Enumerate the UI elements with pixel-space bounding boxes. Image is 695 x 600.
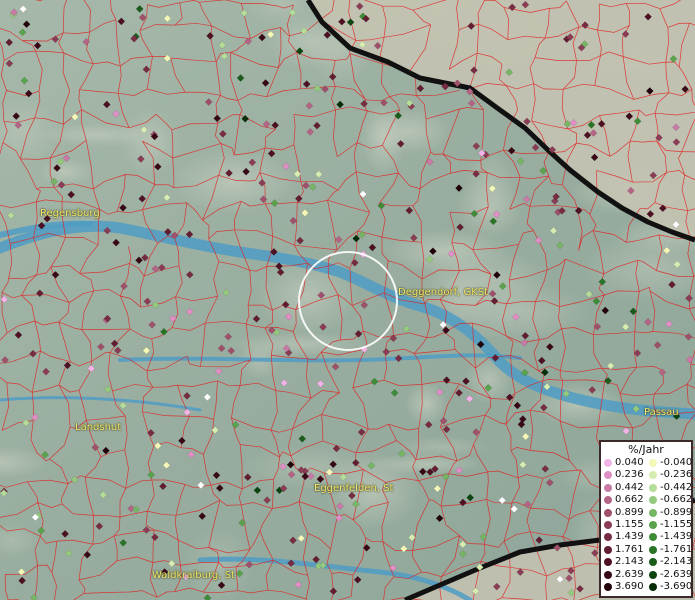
legend-value: -1.155 (660, 519, 693, 530)
legend-swatch (604, 570, 612, 579)
legend-value: -1.761 (660, 543, 693, 555)
legend-value: 0.236 (615, 469, 644, 481)
legend-swatch (604, 508, 612, 517)
legend-value: -0.899 (660, 506, 693, 518)
label-waldkraiburg: Waldkraiburg, St (152, 570, 235, 581)
legend-value: 0.899 (615, 506, 644, 518)
legend-swatch (604, 583, 612, 591)
legend-value: -3.690 (660, 581, 693, 592)
label-eggenfelden: Eggenfelden, St (314, 483, 394, 494)
legend-swatch (649, 483, 657, 492)
legend-value: 0.662 (615, 494, 644, 506)
legend-swatch (604, 483, 612, 492)
legend-swatch (649, 558, 657, 567)
legend-value: -2.639 (660, 568, 693, 580)
relief-blob (393, 436, 490, 458)
legend-swatch (649, 496, 657, 505)
legend-swatch (649, 471, 657, 480)
legend-swatch (604, 459, 612, 467)
legend-value: -1.439 (660, 531, 693, 543)
label-deggendorf: Deggendorf, GKSt (398, 287, 489, 298)
legend-swatch (649, 508, 657, 517)
legend-swatch (604, 545, 612, 554)
legend-swatch (604, 521, 612, 529)
relief-blob (404, 381, 447, 426)
legend-value: -0.236 (660, 469, 693, 481)
label-passau: Passau (644, 407, 679, 418)
legend-swatch (649, 583, 657, 591)
legend-swatch (649, 545, 657, 554)
relief-blob (38, 157, 93, 187)
legend-value: 1.761 (615, 543, 644, 555)
legend-swatch (604, 558, 612, 567)
legend-value: 3.690 (615, 581, 644, 592)
legend-swatch (604, 533, 612, 542)
relief-blob (462, 151, 517, 217)
legend-swatch (649, 521, 657, 529)
legend-value: -0.662 (660, 494, 693, 506)
label-landshut: Landshut (75, 422, 122, 433)
legend: %/Jahr 0.040 -0.040 0.236 -0.236 0.442 -0.442… (599, 440, 693, 598)
legend-value: -0.442 (660, 481, 693, 493)
legend-swatch (604, 471, 612, 480)
legend-value: 0.442 (615, 481, 644, 493)
legend-value: -0.040 (660, 457, 693, 468)
label-regensburg: Regensburg (40, 208, 100, 219)
legend-swatch (649, 570, 657, 579)
legend-swatch (604, 496, 612, 505)
legend-value: 0.040 (615, 457, 644, 468)
map-canvas[interactable] (0, 0, 695, 600)
legend-swatch (649, 533, 657, 542)
legend-value: -2.143 (660, 556, 693, 568)
legend-swatch (649, 459, 657, 467)
legend-value: 1.155 (615, 519, 644, 530)
legend-value: 2.639 (615, 568, 644, 580)
legend-value: 2.143 (615, 556, 644, 568)
legend-value: 1.439 (615, 531, 644, 543)
legend-title: %/Jahr (628, 443, 664, 456)
